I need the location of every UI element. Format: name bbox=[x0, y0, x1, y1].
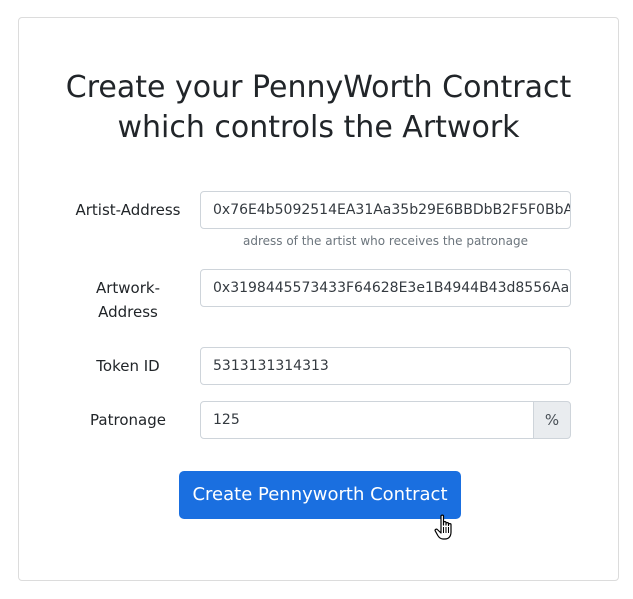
artist-address-input[interactable]: 0x76E4b5092514EA31Aa35b29E6BBDbB2F5F0BbA bbox=[200, 191, 571, 229]
artwork-address-input[interactable]: 0x3198445573433F64628E3e1B4944B43d8556Aa bbox=[200, 269, 571, 307]
page-title-line-1: Create your PennyWorth Contract bbox=[65, 70, 572, 105]
patronage-label: Patronage bbox=[90, 411, 166, 429]
artwork-address-label-line-1: Artwork- bbox=[95, 279, 161, 297]
artwork-address-label: Artwork- Address bbox=[63, 276, 193, 324]
percent-addon: % bbox=[533, 401, 571, 439]
form-card: Create your PennyWorth Contract which co… bbox=[18, 17, 619, 581]
patronage-input[interactable]: 125 bbox=[200, 401, 534, 439]
page-title: Create your PennyWorth Contract which co… bbox=[19, 68, 618, 148]
page-title-line-2: which controls the Artwork bbox=[117, 110, 520, 145]
artist-address-label: Artist-Address bbox=[75, 201, 181, 219]
create-contract-button[interactable]: Create Pennyworth Contract bbox=[179, 471, 461, 519]
token-id-input[interactable]: 5313131314313 bbox=[200, 347, 571, 385]
hand-pointer-icon bbox=[434, 514, 452, 540]
artist-address-help: adress of the artist who receives the pa… bbox=[243, 234, 528, 248]
artwork-address-label-line-2: Address bbox=[98, 303, 158, 321]
token-id-label: Token ID bbox=[96, 357, 160, 375]
